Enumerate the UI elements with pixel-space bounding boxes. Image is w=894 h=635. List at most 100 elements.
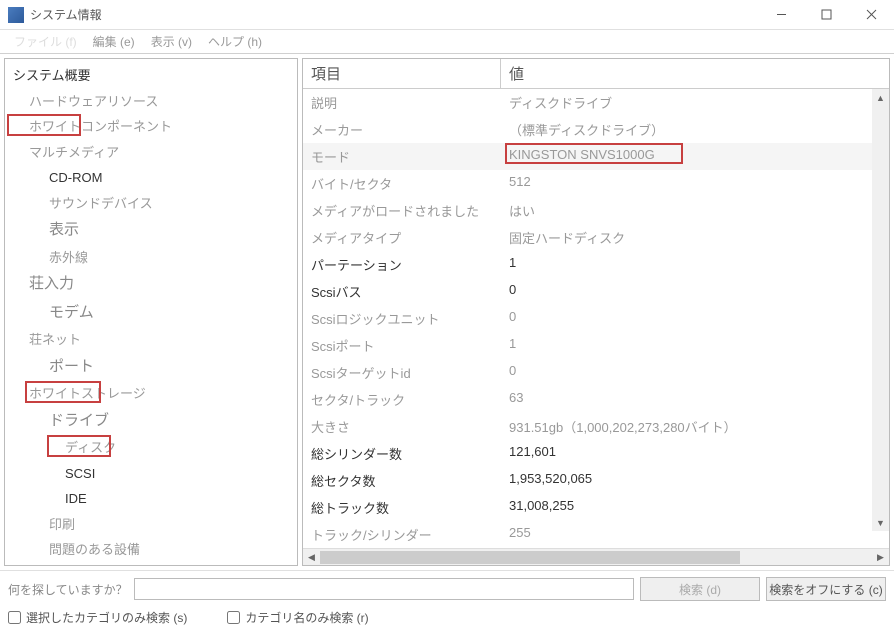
detail-row-1[interactable]: メーカー（標準ディスクドライブ） (303, 116, 889, 143)
menu-2[interactable]: 表示 (v) (145, 31, 198, 52)
detail-row-6[interactable]: パーテーション1 (303, 251, 889, 278)
h-track[interactable] (320, 549, 872, 566)
row-key: バイト/セクタ (303, 172, 501, 195)
chk-selected-cat[interactable]: 選択したカテゴリのみ検索 (s) (8, 609, 187, 626)
row-key: 総シリンダー数 (303, 442, 501, 465)
detail-row-9[interactable]: Scsiポート1 (303, 332, 889, 359)
tree-item-18[interactable]: 問題のある設備 (7, 537, 295, 563)
scroll-down-icon[interactable]: ▼ (872, 514, 889, 531)
tree-item-9[interactable]: モデム (7, 299, 295, 328)
scroll-left-icon[interactable]: ◀ (303, 552, 320, 563)
tree-item-0[interactable]: システム概要 (7, 63, 295, 89)
detail-row-7[interactable]: Scsiバス0 (303, 278, 889, 305)
detail-row-4[interactable]: メディアがロードされましたはい (303, 197, 889, 224)
detail-row-10[interactable]: Scsiターゲットid0 (303, 359, 889, 386)
row-value: 121,601 (501, 442, 889, 465)
row-value: 0 (501, 280, 889, 303)
row-value: KINGSTON SNVS1000G (501, 145, 889, 168)
tree-item-14[interactable]: ディスク (7, 435, 295, 461)
row-value: 31,008,255 (501, 496, 889, 519)
row-value: 固定ハードディスク (501, 226, 889, 249)
app-icon (8, 7, 24, 23)
search-off-button[interactable]: 検索をオフにする (c) (766, 577, 886, 601)
detail-row-15[interactable]: 総トラック数31,008,255 (303, 494, 889, 521)
row-value: 1 (501, 334, 889, 357)
menu-0[interactable]: ファイル (f) (8, 31, 83, 52)
titlebar: システム情報 (0, 0, 894, 30)
row-key: メディアタイプ (303, 226, 501, 249)
chk-selected-cat-box[interactable] (8, 611, 21, 624)
row-value: 63 (501, 388, 889, 411)
header-item[interactable]: 項目 (303, 59, 501, 88)
category-tree[interactable]: システム概要ハードウェアリソースホワイトコンポーネントマルチメディアCD-ROM… (4, 58, 298, 566)
close-button[interactable] (849, 0, 894, 30)
detail-pane: 項目 値 説明ディスクドライブメーカー（標準ディスクドライブ）モードKINGST… (302, 58, 890, 566)
tree-item-3[interactable]: マルチメディア (7, 140, 295, 166)
chk-cat-name-only[interactable]: カテゴリ名のみ検索 (r) (227, 609, 368, 626)
detail-row-8[interactable]: Scsiロジックユニット0 (303, 305, 889, 332)
row-key: 説明 (303, 91, 501, 114)
tree-item-15[interactable]: SCSI (7, 461, 295, 487)
horizontal-scrollbar[interactable]: ◀ ▶ (303, 548, 889, 565)
row-key: Scsiターゲットid (303, 361, 501, 384)
tree-item-5[interactable]: サウンドデバイス (7, 191, 295, 217)
tree-item-19[interactable]: USB (7, 563, 295, 567)
window-title: システム情報 (30, 6, 759, 23)
detail-row-16[interactable]: トラック/シリンダー255 (303, 521, 889, 548)
detail-row-2[interactable]: モードKINGSTON SNVS1000G (303, 143, 889, 170)
tree-item-10[interactable]: 荘ネット (7, 327, 295, 353)
tree-item-11[interactable]: ポート (7, 353, 295, 382)
row-key: Scsiロジックユニット (303, 307, 501, 330)
row-key: セクタ/トラック (303, 388, 501, 411)
highlight-box (505, 143, 683, 164)
tree-item-4[interactable]: CD-ROM (7, 165, 295, 191)
row-key: 大きさ (303, 415, 501, 438)
tree-item-2[interactable]: ホワイトコンポーネント (7, 114, 295, 140)
search-label: 何を探していますか？ (8, 581, 128, 598)
h-thumb[interactable] (320, 551, 740, 564)
detail-row-5[interactable]: メディアタイプ固定ハードディスク (303, 224, 889, 251)
detail-row-13[interactable]: 総シリンダー数121,601 (303, 440, 889, 467)
check-row: 選択したカテゴリのみ検索 (s) カテゴリ名のみ検索 (r) (8, 609, 886, 626)
main-area: システム概要ハードウェアリソースホワイトコンポーネントマルチメディアCD-ROM… (0, 54, 894, 570)
vertical-scrollbar[interactable]: ▲ ▼ (872, 89, 889, 531)
header-value[interactable]: 値 (501, 59, 889, 88)
row-value: （標準ディスクドライブ） (501, 118, 889, 141)
row-key: トラック/シリンダー (303, 523, 501, 546)
detail-row-12[interactable]: 大きさ931.51gb（1,000,202,273,280バイト） (303, 413, 889, 440)
row-value: 0 (501, 361, 889, 384)
tree-item-7[interactable]: 赤外線 (7, 245, 295, 271)
detail-row-14[interactable]: 総セクタ数1,953,520,065 (303, 467, 889, 494)
tree-item-12[interactable]: ホワイトストレージ (7, 381, 295, 407)
maximize-button[interactable] (804, 0, 849, 30)
chk-cat-name-box[interactable] (227, 611, 240, 624)
tree-item-16[interactable]: IDE (7, 486, 295, 512)
row-key: パーテーション (303, 253, 501, 276)
row-key: Scsiバス (303, 280, 501, 303)
row-value: 931.51gb（1,000,202,273,280バイト） (501, 415, 889, 438)
row-key: Scsiポート (303, 334, 501, 357)
row-value: 1,953,520,065 (501, 469, 889, 492)
search-row: 何を探していますか？ 検索 (d) 検索をオフにする (c) (8, 577, 886, 601)
scroll-up-icon[interactable]: ▲ (872, 89, 889, 106)
tree-item-8[interactable]: 荘入力 (7, 270, 295, 299)
menu-1[interactable]: 編集 (e) (87, 31, 141, 52)
row-key: モード (303, 145, 501, 168)
detail-row-11[interactable]: セクタ/トラック63 (303, 386, 889, 413)
detail-headers: 項目 値 (303, 59, 889, 89)
tree-item-13[interactable]: ドライブ (7, 407, 295, 436)
tree-item-6[interactable]: 表示 (7, 216, 295, 245)
row-value: 1 (501, 253, 889, 276)
menubar: ファイル (f)編集 (e)表示 (v)ヘルプ (h) (0, 30, 894, 54)
minimize-button[interactable] (759, 0, 804, 30)
tree-item-17[interactable]: 印刷 (7, 512, 295, 538)
row-key: 総セクタ数 (303, 469, 501, 492)
detail-row-0[interactable]: 説明ディスクドライブ (303, 89, 889, 116)
search-input[interactable] (134, 578, 634, 600)
tree-item-1[interactable]: ハードウェアリソース (7, 89, 295, 115)
detail-row-3[interactable]: バイト/セクタ512 (303, 170, 889, 197)
search-button[interactable]: 検索 (d) (640, 577, 760, 601)
menu-3[interactable]: ヘルプ (h) (202, 31, 268, 52)
scroll-right-icon[interactable]: ▶ (872, 552, 889, 563)
detail-body[interactable]: 説明ディスクドライブメーカー（標準ディスクドライブ）モードKINGSTON SN… (303, 89, 889, 548)
